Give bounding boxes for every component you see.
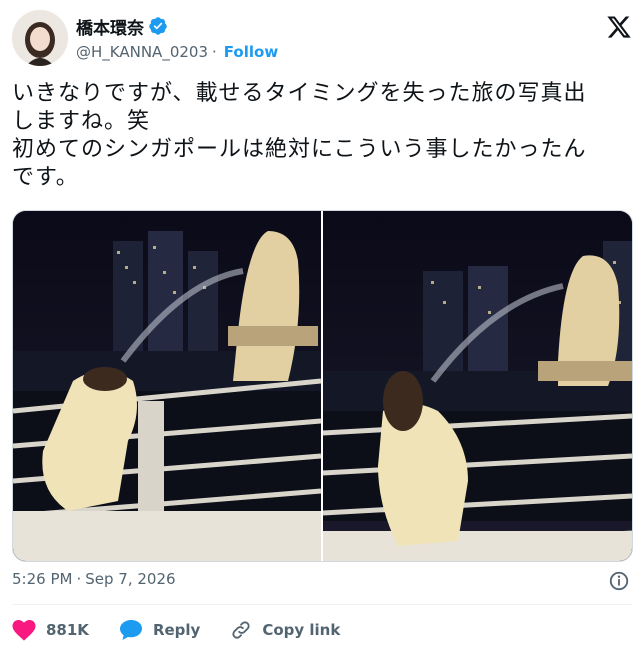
separator: · bbox=[212, 43, 217, 61]
action-bar: 881K Reply Copy link bbox=[12, 616, 370, 644]
verified-badge-icon bbox=[149, 17, 167, 35]
tweet-line: いきなりですが、載せるタイミングを失った旅の写真出 bbox=[12, 81, 587, 106]
merlion-photo-left bbox=[13, 211, 321, 561]
tweet-line: しますね。笑 bbox=[12, 109, 151, 134]
heart-icon bbox=[12, 620, 36, 641]
avatar[interactable] bbox=[12, 10, 68, 66]
media-grid bbox=[12, 210, 633, 562]
tweet-header: 橋本環奈 @H_KANNA_0203 · Follow bbox=[12, 8, 632, 68]
display-name[interactable]: 橋本環奈 bbox=[76, 14, 144, 39]
copy-link-button[interactable]: Copy link bbox=[230, 619, 340, 641]
timestamp[interactable]: 5:26 PM · Sep 7, 2026 bbox=[12, 570, 176, 588]
follow-button[interactable]: Follow bbox=[224, 43, 278, 61]
reply-bubble-icon bbox=[119, 620, 142, 640]
tweet-time: 5:26 PM bbox=[12, 570, 73, 588]
reply-label: Reply bbox=[152, 621, 201, 639]
handle[interactable]: @H_KANNA_0203 bbox=[76, 43, 208, 61]
like-count: 881K bbox=[46, 621, 89, 639]
tweet-date: Sep 7, 2026 bbox=[85, 570, 176, 588]
tweet-line: 初めてのシンガポールは絶対にこういう事したかったん bbox=[12, 137, 587, 162]
x-logo-icon[interactable] bbox=[606, 14, 632, 40]
like-button[interactable]: 881K bbox=[12, 619, 89, 641]
reply-button[interactable]: Reply bbox=[119, 619, 200, 641]
divider bbox=[12, 604, 632, 605]
tweet-line: です。 bbox=[12, 165, 79, 190]
copy-link-label: Copy link bbox=[262, 621, 341, 639]
photo-left[interactable] bbox=[13, 211, 321, 561]
info-icon[interactable] bbox=[608, 570, 630, 592]
tweet-text: いきなりですが、載せるタイミングを失った旅の写真出 しますね。笑 初めてのシンガ… bbox=[12, 80, 628, 192]
separator: · bbox=[76, 570, 82, 588]
merlion-photo-right bbox=[323, 211, 632, 561]
photo-right[interactable] bbox=[323, 211, 632, 561]
link-icon bbox=[232, 621, 250, 639]
